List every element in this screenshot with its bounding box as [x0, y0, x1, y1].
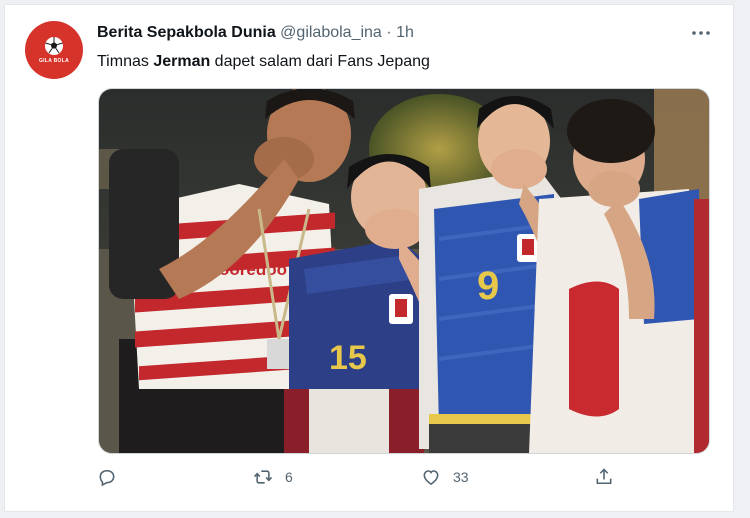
tweet-text: Timnas Jerman dapet salam dari Fans Jepa… — [97, 51, 430, 73]
dot-separator: · — [386, 24, 392, 41]
avatar[interactable]: GILA BOLA — [25, 21, 83, 79]
like-count: 33 — [453, 469, 469, 485]
share-button[interactable] — [594, 467, 626, 487]
tweet-photo[interactable]: ooredoo 15 9 — [98, 88, 710, 454]
retweet-icon — [253, 470, 273, 484]
tweet-header: Berita Sepakbola Dunia @gilabola_ina · 1… — [97, 23, 414, 43]
author-name[interactable]: Berita Sepakbola Dunia — [97, 24, 276, 41]
reply-icon — [99, 469, 115, 487]
more-icon — [692, 31, 710, 35]
football-icon — [45, 37, 63, 55]
like-button[interactable]: 33 — [421, 467, 469, 487]
reply-button[interactable] — [97, 467, 129, 487]
tweet-text-part: dapet salam dari Fans Jepang — [210, 53, 430, 70]
tweet-text-part: Timnas — [97, 53, 154, 70]
photo-fans-covering-mouths: ooredoo 15 9 — [99, 89, 709, 453]
retweet-button[interactable]: 6 — [253, 467, 293, 487]
jersey-number-15: 15 — [329, 339, 367, 377]
share-icon — [596, 468, 612, 485]
avatar-label: GILA BOLA — [38, 58, 69, 64]
retweet-count: 6 — [285, 469, 293, 485]
tweet-text-bold: Jerman — [153, 53, 211, 70]
tweet-actions: 6 33 — [97, 467, 657, 493]
jersey-number-9: 9 — [477, 264, 499, 308]
author-handle[interactable]: @gilabola_ina — [280, 24, 382, 41]
tweet-timestamp[interactable]: 1h — [396, 24, 414, 41]
tweet-card[interactable]: GILA BOLA Berita Sepakbola Dunia @gilabo… — [4, 4, 734, 512]
like-icon — [423, 470, 439, 486]
more-button[interactable] — [691, 23, 711, 43]
